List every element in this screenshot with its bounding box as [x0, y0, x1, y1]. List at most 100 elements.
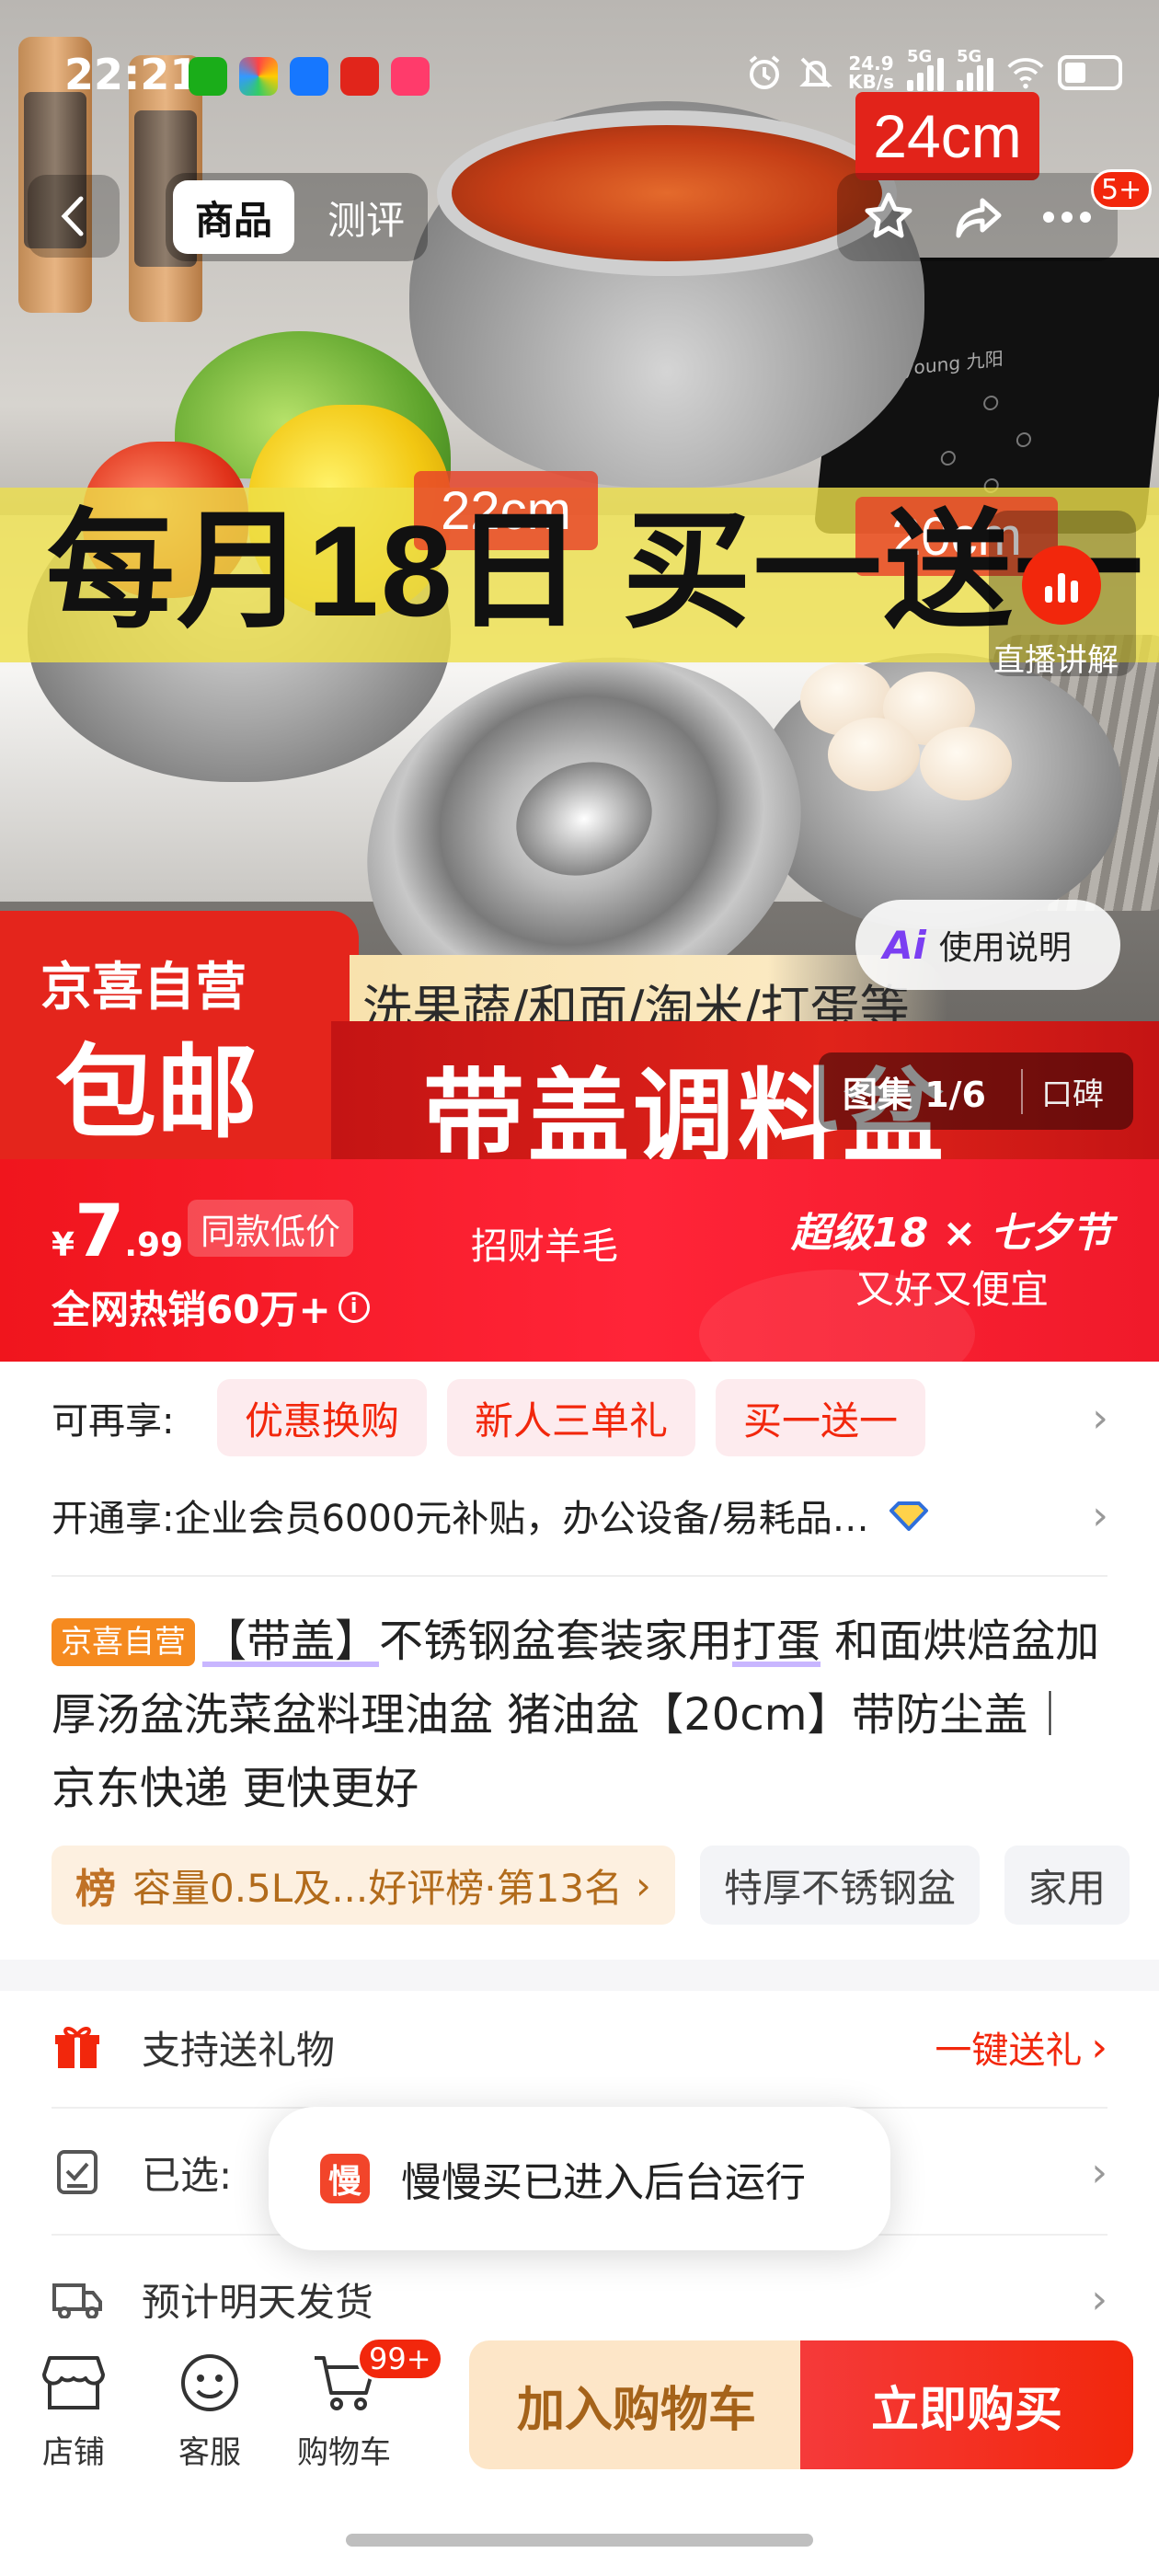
service-button[interactable]: 客服	[155, 2346, 265, 2472]
checklist-icon	[52, 2146, 103, 2198]
wifi-icon	[1006, 53, 1045, 92]
add-to-cart-button[interactable]: 加入购物车	[469, 2340, 804, 2469]
hot-sale-text[interactable]: 全网热销60万+ i	[52, 1279, 370, 1335]
selected-label: 已选:	[142, 2152, 233, 2198]
store-shipping-badge: 京喜自营 包邮	[0, 911, 359, 1159]
page-tabs: 商品 测评	[166, 173, 428, 261]
buy-now-button[interactable]: 立即购买	[800, 2340, 1133, 2469]
mute-icon	[797, 53, 835, 92]
live-bars-icon	[1022, 546, 1101, 625]
manmanmai-app-icon: 慢	[320, 2154, 370, 2203]
gift-action[interactable]: 一键送礼 ›	[935, 2020, 1107, 2074]
same-low-price-tag: 同款低价	[188, 1200, 354, 1257]
usage-instructions-button[interactable]: Ai 使用说明	[855, 900, 1120, 990]
signal-icon: 5G	[907, 47, 944, 91]
promo-center-text: 招财羊毛	[471, 1225, 618, 1268]
share-icon[interactable]	[947, 186, 1010, 248]
back-button[interactable]	[28, 175, 120, 258]
rank-tags: 榜 容量0.5L及...好评榜·第13名 › 特厚不锈钢盆 家用	[52, 1846, 1159, 1926]
soup	[437, 110, 897, 276]
store-label: 店铺	[42, 2434, 105, 2471]
rank-icon: 榜	[75, 1866, 116, 1913]
benefit-chip[interactable]: 买一送一	[716, 1379, 926, 1456]
service-label: 客服	[178, 2434, 241, 2471]
selected-chevron: ›	[1091, 2149, 1107, 2196]
chevron-left-icon	[61, 196, 84, 236]
koubei-tab[interactable]: 口碑	[1021, 1068, 1104, 1114]
gallery-indicator: 图集 1/6 口碑	[819, 1052, 1133, 1130]
price-currency: ¥	[52, 1226, 75, 1264]
favorite-star-icon[interactable]	[857, 186, 920, 248]
live-explain-label: 直播讲解	[993, 642, 1119, 679]
net-speed-unit: KB/s	[848, 71, 894, 93]
chevron-right-icon: ›	[1091, 2023, 1107, 2071]
chevron-right-icon: ›	[1091, 2275, 1107, 2323]
cart-count-badge: 99+	[357, 2337, 443, 2381]
rank-text: 容量0.5L及...好评榜·第13名	[132, 1865, 624, 1911]
message-app-icon	[290, 57, 328, 96]
more-benefits-row[interactable]: 可再享: 优惠换购 新人三单礼 买一送一 ›	[52, 1376, 1119, 1459]
nav-actions	[837, 173, 1118, 261]
gift-row[interactable]: 支持送礼物 一键送礼 ›	[52, 2006, 1107, 2088]
net-speed: 24.9 KB/s	[848, 54, 894, 91]
gift-icon	[52, 2021, 103, 2073]
membership-text: 企业会员6000元补贴，办公设备/易耗品…	[174, 1498, 869, 1540]
promo-text: 每月18日 买一送一	[46, 499, 1145, 643]
membership-row[interactable]: 开通享: 企业会员6000元补贴，办公设备/易耗品… ›	[52, 1474, 1119, 1557]
home-indicator[interactable]	[346, 2534, 813, 2547]
store-tag: 京喜自营	[52, 1618, 195, 1666]
store-button[interactable]: 店铺	[18, 2346, 129, 2472]
feature-tag[interactable]: 特厚不锈钢盆	[699, 1846, 980, 1925]
title-part: 打蛋	[732, 1616, 821, 1667]
festival-title: 超级18 × 七夕节	[791, 1210, 1112, 1257]
egg	[920, 727, 1012, 800]
product-page: Joyoung 九阳 22cm 20cm 每月18日 买一送一 24cm 京喜自…	[0, 0, 1159, 2576]
more-benefits-label: 可再享:	[52, 1400, 175, 1443]
price-decimal: .99	[124, 1226, 184, 1264]
gallery-tab[interactable]: 图集 1/6	[819, 1066, 1021, 1117]
section-gap	[0, 1960, 1159, 1991]
battery-icon	[1058, 55, 1122, 90]
product-title: 京喜自营 【带盖】不锈钢盆套装家用打蛋 和面烘焙盆加厚汤盆洗菜盆料理油盆 猪油盆【…	[52, 1604, 1109, 1825]
gift-label: 支持送礼物	[142, 2027, 336, 2073]
wechat-icon	[189, 57, 227, 96]
chevron-right-icon: ›	[1092, 1491, 1108, 1539]
title-part: 【带盖】	[202, 1616, 380, 1667]
more-icon[interactable]	[1036, 186, 1098, 248]
tab-goods[interactable]: 商品	[173, 180, 295, 254]
background-toast: 慢 慢慢买已进入后台运行	[269, 2107, 890, 2250]
toast-text: 慢慢买已进入后台运行	[401, 2159, 806, 2206]
net-speed-value: 24.9	[848, 52, 894, 75]
festival-subtitle: 又好又便宜	[855, 1267, 1050, 1312]
jd-app-icon	[340, 57, 379, 96]
tab-review[interactable]: 测评	[305, 180, 427, 254]
status-time: 22:21	[64, 50, 200, 99]
benefit-chip[interactable]: 优惠换购	[217, 1379, 428, 1456]
signal-icon: 5G	[957, 47, 993, 91]
chevron-right-icon: ›	[1092, 1394, 1108, 1442]
store-icon	[37, 2346, 110, 2420]
bottom-action-bar: 店铺 客服 购物车 99+ 加入购物车 立即购买	[0, 2318, 1159, 2502]
vip-diamond-icon	[888, 1500, 930, 1531]
alarm-icon	[745, 53, 784, 92]
chevron-right-icon: ›	[636, 1862, 651, 1908]
shopping-app-icon	[391, 57, 430, 96]
hot-sale-label: 全网热销60万+	[52, 1287, 331, 1332]
info-icon[interactable]: i	[338, 1291, 370, 1323]
customer-service-icon	[173, 2346, 247, 2420]
badge-line-1: 京喜自营	[40, 958, 247, 1018]
ai-sparkle-icon: Ai	[883, 922, 926, 968]
price: ¥7.99	[52, 1190, 183, 1273]
truck-icon	[52, 2273, 103, 2325]
usage-instructions-label: 使用说明	[938, 929, 1072, 967]
title-part: 不锈钢盆套装家用	[379, 1616, 733, 1667]
ranking-chip[interactable]: 榜 容量0.5L及...好评榜·第13名 ›	[52, 1846, 675, 1925]
divider	[52, 1575, 1107, 1577]
status-bar: 22:21 24.9 KB/s 5G 5G	[0, 44, 1159, 109]
price-bar: ¥7.99 同款低价 全网热销60万+ i 招财羊毛 超级18 × 七夕节 又好…	[0, 1159, 1159, 1362]
benefit-chip[interactable]: 新人三单礼	[447, 1379, 696, 1456]
cart-label: 购物车	[297, 2434, 391, 2471]
feature-tag[interactable]: 家用	[1004, 1846, 1130, 1925]
sim2-label: 5G	[957, 47, 982, 66]
membership-label: 开通享:	[52, 1498, 175, 1540]
